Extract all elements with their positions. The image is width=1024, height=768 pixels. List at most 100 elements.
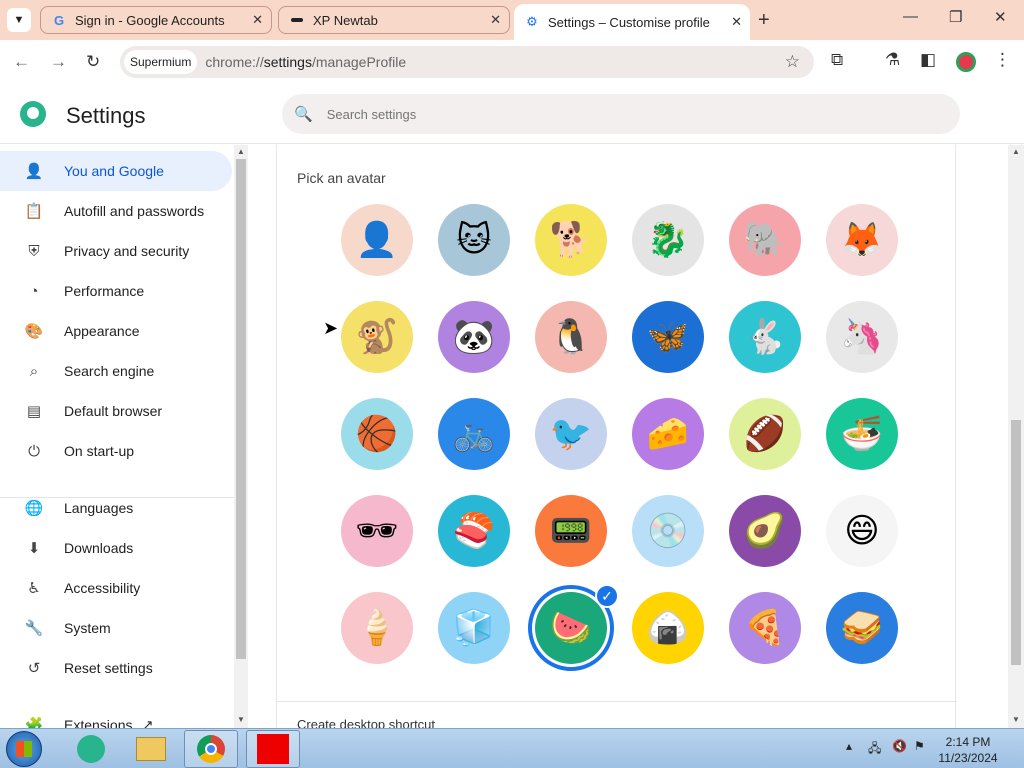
avatar-ramen[interactable]: 🍜 [826,398,898,470]
avatar-basketball[interactable]: 🏀 [341,398,413,470]
address-bar[interactable]: Supermium chrome://settings/manageProfil… [120,46,814,78]
taskbar-chrome[interactable] [184,730,238,768]
sidebar-item-system[interactable]: 🔧 System [0,608,232,648]
sidebar-item-appearance[interactable]: 🎨 Appearance [0,311,232,351]
start-button[interactable] [6,731,42,767]
puzzle-icon: 🧩 [24,717,44,728]
taskbar-supermium[interactable] [64,730,118,768]
sidebar-item-performance[interactable]: ◔ Performance [0,271,232,311]
sunglasses-icon: 🕶 [355,512,399,550]
avatar-bike[interactable]: 🚲 [438,398,510,470]
bookmark-star-icon[interactable]: ☆ [785,52,800,72]
avatar-watermelon[interactable]: 🍉 ✓ [528,584,619,671]
avatar-panda[interactable]: 🐼 [438,301,510,373]
side-panel-icon[interactable]: ◧ [920,50,936,70]
avatar-penguin[interactable]: 🐧 [535,301,607,373]
sidebar-item-default-browser[interactable]: ▤ Default browser [0,391,232,431]
tab-xp-newtab[interactable]: XP Newtab ✕ [278,6,510,34]
new-tab-button[interactable]: + [758,9,770,32]
avatar-fox[interactable]: 🦊 [826,204,898,276]
person-icon: 👤 [24,163,44,180]
tab-google-accounts[interactable]: G Sign in - Google Accounts ✕ [40,6,272,34]
avatar-onigiri[interactable]: 🍙 [632,592,704,664]
site-chip[interactable]: Supermium [124,50,198,74]
reload-button[interactable]: ↻ [86,52,100,72]
sidebar-item-search-engine[interactable]: ⌕ Search engine [0,351,232,391]
search-input[interactable] [326,106,827,122]
sidebar-scrollbar[interactable]: ▲ ▼ [234,145,248,728]
url-text[interactable]: chrome://settings/manageProfile [205,54,406,70]
forward-button[interactable]: → [50,52,67,72]
taskbar-app-red[interactable] [246,730,300,768]
onigiri-icon: 🍙 [646,609,690,647]
palette-icon: 🎨 [24,323,44,340]
avatar-unicorn[interactable]: 🦄 [826,301,898,373]
restore-button[interactable]: ❐ [949,8,962,26]
volume-muted-icon[interactable]: 🔇 [892,739,907,753]
avatar-bird[interactable]: 🐦 [535,398,607,470]
fox-icon: 🦊 [840,221,884,259]
pizza-icon: 🍕 [743,609,787,647]
close-window-button[interactable]: ✕ [994,8,1007,26]
sidebar-item-extensions[interactable]: 🧩 Extensions ↗ [0,705,232,728]
scroll-up-icon[interactable]: ▲ [1012,147,1020,156]
taskbar-clock[interactable]: 2:14 PM 11/23/2024 [928,734,1008,766]
avatar-cheese[interactable]: 🧀 [632,398,704,470]
avatar-generic-person[interactable]: 👤 [341,204,413,276]
avatar-monkey[interactable]: 🐒 [341,301,413,373]
extensions-puzzle-icon[interactable]: ⧉ [831,50,843,70]
sidebar-item-downloads[interactable]: ⬇ Downloads [0,528,232,568]
scroll-down-icon[interactable]: ▼ [1012,715,1020,724]
avatar-smiley[interactable]: 😄 [826,495,898,567]
close-icon[interactable]: ✕ [252,12,263,28]
avatar-vinyl[interactable]: 💿 [632,495,704,567]
profile-avatar-button[interactable] [956,52,976,72]
avatar-butterfly[interactable]: 🦋 [632,301,704,373]
scroll-down-icon[interactable]: ▼ [237,715,245,724]
back-button[interactable]: ← [13,52,30,72]
scrollbar-thumb[interactable] [1011,420,1021,665]
football-icon: 🏈 [743,415,787,453]
globe-icon: 🌐 [24,500,44,517]
avatar-sushi[interactable]: 🍣 [438,495,510,567]
avatar-sandwich[interactable]: 🥪 [826,592,898,664]
tab-settings-customise-profile[interactable]: ⚙ Settings – Customise profile ✕ [514,4,750,40]
tray-expand-icon[interactable]: ▴ [846,739,852,753]
avatar-pizza[interactable]: 🍕 [729,592,801,664]
sidebar-item-autofill[interactable]: 📋 Autofill and passwords [0,191,232,231]
menu-kebab-icon[interactable]: ⋮ [994,50,1011,70]
avatar-elephant[interactable]: 🐘 [729,204,801,276]
lab-flask-icon[interactable]: ⚗ [885,50,900,70]
sidebar-item-privacy[interactable]: ⛨ Privacy and security [0,231,232,271]
sidebar-item-accessibility[interactable]: ♿ Accessibility [0,568,232,608]
action-center-flag-icon[interactable]: ⚑ [914,739,925,753]
avatar-tamagotchi[interactable]: 📟 [535,495,607,567]
sidebar-item-you-and-google[interactable]: 👤 You and Google [0,151,232,191]
scrollbar-thumb[interactable] [236,159,246,659]
sidebar-item-languages[interactable]: 🌐 Languages [0,488,232,528]
tab-search-button[interactable]: ▼ [7,8,31,32]
avatar-avocado[interactable]: 🥑 [729,495,801,567]
settings-search[interactable]: 🔍 [282,94,960,134]
avatar-ice-cream[interactable]: 🍦 [341,592,413,664]
avatar-rabbit[interactable]: 🐇 [729,301,801,373]
rabbit-icon: 🐇 [743,318,787,356]
avatar-football[interactable]: 🏈 [729,398,801,470]
divider [277,701,957,702]
avatar-corgi[interactable]: 🐕 [535,204,607,276]
avatar-sunglasses[interactable]: 🕶 [341,495,413,567]
minimize-button[interactable]: — [903,8,918,25]
close-icon[interactable]: ✕ [490,12,501,28]
tamagotchi-icon: 📟 [549,512,593,550]
page-scrollbar[interactable]: ▲ ▼ [1008,145,1024,728]
avatar-ice-cube[interactable]: 🧊 [438,592,510,664]
scroll-up-icon[interactable]: ▲ [237,147,245,156]
avatar-cat[interactable]: 🐱 [438,204,510,276]
sidebar-item-reset[interactable]: ↺ Reset settings [0,648,232,688]
taskbar-explorer[interactable] [124,730,178,768]
sidebar-item-on-startup[interactable]: ⏻ On start-up [0,431,232,471]
network-icon[interactable]: 🖧 [868,739,881,760]
close-icon[interactable]: ✕ [731,14,742,30]
avatar-dragon[interactable]: 🐉 [632,204,704,276]
accessibility-icon: ♿ [27,580,41,597]
